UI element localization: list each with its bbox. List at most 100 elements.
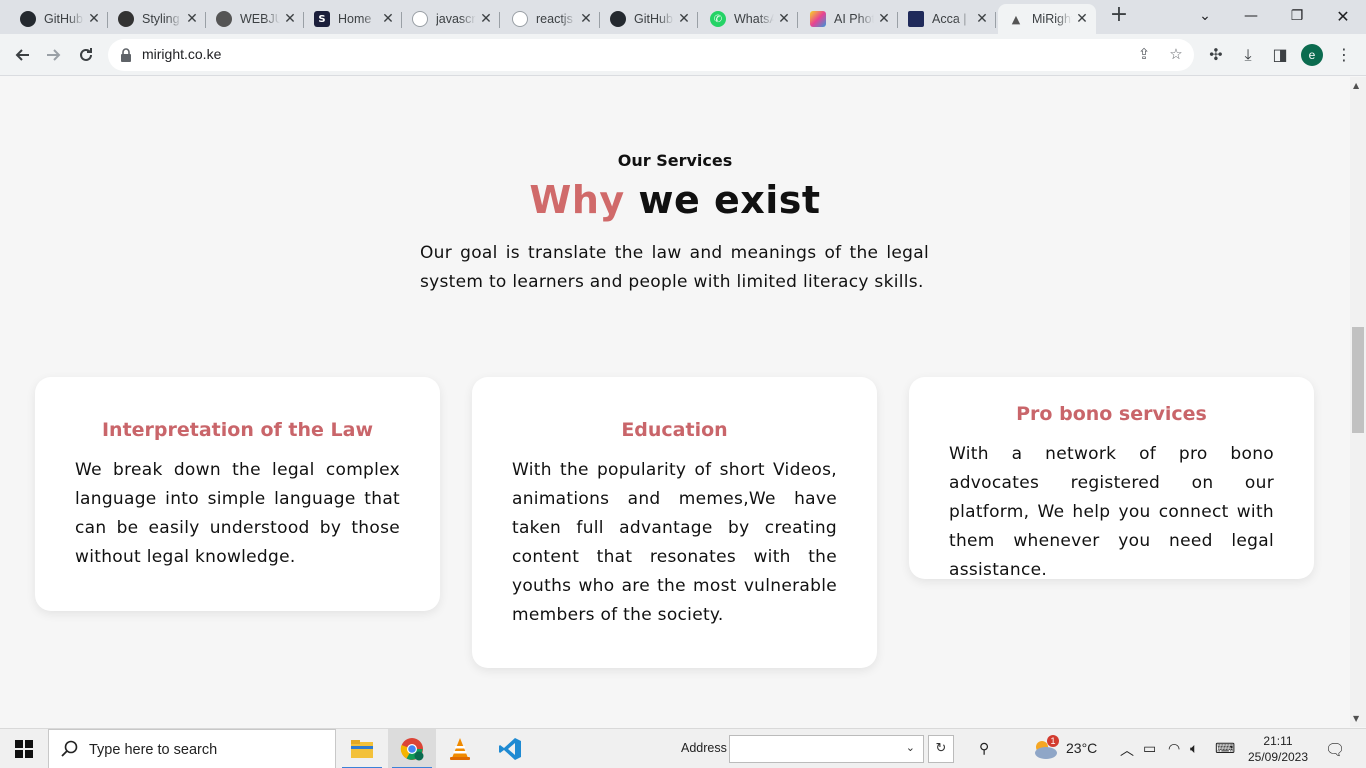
ai-photo-icon (810, 11, 826, 27)
vlc-button[interactable] (436, 729, 484, 768)
card-body: With a network of pro bono advocates reg… (949, 444, 1274, 580)
windows-taskbar: Type here to search Address ⌄ ↻ ⚲ 1 23°C… (0, 728, 1366, 768)
search-icon (61, 740, 78, 757)
profile-avatar[interactable]: e (1301, 44, 1323, 66)
close-tab-icon[interactable]: ✕ (380, 11, 396, 27)
close-tab-icon[interactable]: ✕ (974, 11, 990, 27)
chevron-down-icon[interactable]: ⌄ (906, 741, 915, 754)
browser-tab[interactable]: ✆ WhatsApp ✕ (700, 4, 798, 34)
close-tab-icon[interactable]: ✕ (876, 11, 892, 27)
taskbar-search-box[interactable]: Type here to search (48, 729, 336, 768)
tab-title: Styling (142, 12, 180, 26)
bookmark-star-icon[interactable]: ☆ (1166, 45, 1186, 65)
system-clock[interactable]: 21:11 25/09/2023 (1238, 733, 1318, 765)
close-tab-icon[interactable]: ✕ (86, 11, 102, 27)
scroll-up-arrow-icon[interactable]: ▲ (1353, 81, 1359, 90)
vscode-button[interactable] (486, 729, 534, 768)
close-tab-icon[interactable]: ✕ (578, 11, 594, 27)
tab-title: Home (338, 12, 372, 26)
service-card-education: Education With the popularity of short V… (472, 377, 877, 668)
close-window-button[interactable]: ✕ (1320, 0, 1366, 32)
start-button[interactable] (0, 729, 48, 768)
file-explorer-button[interactable] (338, 729, 386, 768)
close-tab-icon[interactable]: ✕ (776, 11, 792, 27)
tab-title: MiRight (1032, 12, 1072, 26)
speaker-icon[interactable]: 🔈︎ (1190, 740, 1198, 757)
forward-button[interactable] (40, 41, 68, 69)
people-icon[interactable]: ⚲ (979, 740, 989, 757)
restore-button[interactable]: ❐ (1274, 0, 1320, 32)
browser-tab[interactable]: GitHub ✕ (600, 4, 698, 34)
forward-arrow-icon (47, 49, 61, 61)
url-text: miright.co.ke (142, 46, 222, 62)
close-tab-icon[interactable]: ✕ (478, 11, 494, 27)
tab-title: Acca | (932, 12, 967, 26)
page-scrollbar[interactable]: ▲ ▼ (1350, 77, 1366, 727)
close-tab-icon[interactable]: ✕ (184, 11, 200, 27)
address-toolbar-label: Address (681, 741, 727, 755)
menu-kebab-icon[interactable]: ⋮ (1333, 45, 1355, 67)
back-button[interactable] (8, 41, 36, 69)
section-title: Why we exist (0, 178, 1350, 222)
whatsapp-icon: ✆ (710, 11, 726, 27)
download-icon[interactable]: ⤓ (1237, 45, 1259, 67)
tab-title: javascr (436, 12, 476, 26)
scroll-down-arrow-icon[interactable]: ▼ (1353, 714, 1359, 723)
s-logo-icon: S (314, 11, 330, 27)
browser-tab[interactable]: GitHub ✕ (10, 4, 108, 34)
browser-tab[interactable]: Styling ✕ (108, 4, 206, 34)
search-placeholder: Type here to search (89, 742, 218, 758)
browser-tab[interactable]: reactjs ✕ (502, 4, 600, 34)
card-body: We break down the legal complex language… (75, 460, 400, 567)
github-icon (216, 11, 232, 27)
battery-icon[interactable]: ▭ (1143, 740, 1156, 757)
section-intro: Our goal is translate the law and meanin… (420, 243, 929, 292)
wifi-icon[interactable]: ◠ (1168, 740, 1180, 757)
lock-icon (121, 48, 131, 62)
title-accent-word: Why (529, 178, 625, 222)
tab-title: reactjs (536, 12, 573, 26)
share-icon[interactable]: ⇪ (1134, 45, 1154, 65)
keyboard-icon[interactable]: ⌨ (1215, 740, 1235, 757)
scrollbar-thumb[interactable] (1352, 327, 1364, 433)
reload-icon (80, 48, 92, 61)
generic-site-icon (512, 11, 528, 27)
weather-widget[interactable]: 1 23°C (1031, 735, 1101, 763)
browser-tab[interactable]: WEBJU ✕ (206, 4, 304, 34)
clock-date: 25/09/2023 (1247, 750, 1309, 764)
extensions-puzzle-icon[interactable]: ✣ (1205, 45, 1227, 67)
tab-title: GitHub (44, 12, 83, 26)
close-tab-icon[interactable]: ✕ (1074, 11, 1090, 27)
tab-strip: GitHub ✕ Styling ✕ WEBJU ✕ S Home ✕ java… (0, 0, 1366, 34)
tab-title: WEBJU (240, 12, 280, 26)
browser-tab[interactable]: Acca | ✕ (898, 4, 996, 34)
folder-icon (351, 740, 373, 758)
chevron-up-icon[interactable]: ︿ (1120, 740, 1134, 760)
browser-toolbar: miright.co.ke ⇪ ☆ ✣ ⤓ ◨ ⋮ (0, 34, 1366, 76)
miright-icon: ▲ (1011, 12, 1021, 26)
vscode-icon (499, 738, 521, 760)
close-tab-icon[interactable]: ✕ (282, 11, 298, 27)
reload-button[interactable] (72, 41, 100, 69)
clock-time: 21:11 (1263, 734, 1293, 748)
side-panel-icon[interactable]: ◨ (1269, 45, 1291, 67)
address-bar[interactable]: miright.co.ke ⇪ ☆ (108, 39, 1194, 71)
chrome-icon (400, 738, 424, 761)
address-go-button[interactable]: ↻ (928, 735, 954, 763)
browser-tab[interactable]: S Home ✕ (304, 4, 402, 34)
tab-title: GitHub (634, 12, 673, 26)
browser-tab-active[interactable]: ▲ MiRight ✕ (998, 4, 1096, 34)
close-tab-icon[interactable]: ✕ (676, 11, 692, 27)
card-title: Interpretation of the Law (101, 419, 373, 441)
tab-search-button[interactable]: ⌄ (1182, 0, 1228, 32)
browser-tab[interactable]: javascr ✕ (402, 4, 500, 34)
minimize-button[interactable]: — (1228, 0, 1274, 32)
title-rest: we exist (624, 178, 821, 222)
chrome-taskbar-button[interactable] (388, 729, 436, 768)
acca-icon (908, 11, 924, 27)
notifications-icon[interactable]: 🗨︎ (1325, 740, 1345, 760)
address-toolbar-input[interactable]: ⌄ (729, 735, 924, 763)
browser-tab[interactable]: AI Photo ✕ (800, 4, 898, 34)
new-tab-button[interactable]: + (1108, 4, 1130, 27)
service-card-interpretation: Interpretation of the Law We break down … (35, 377, 440, 611)
